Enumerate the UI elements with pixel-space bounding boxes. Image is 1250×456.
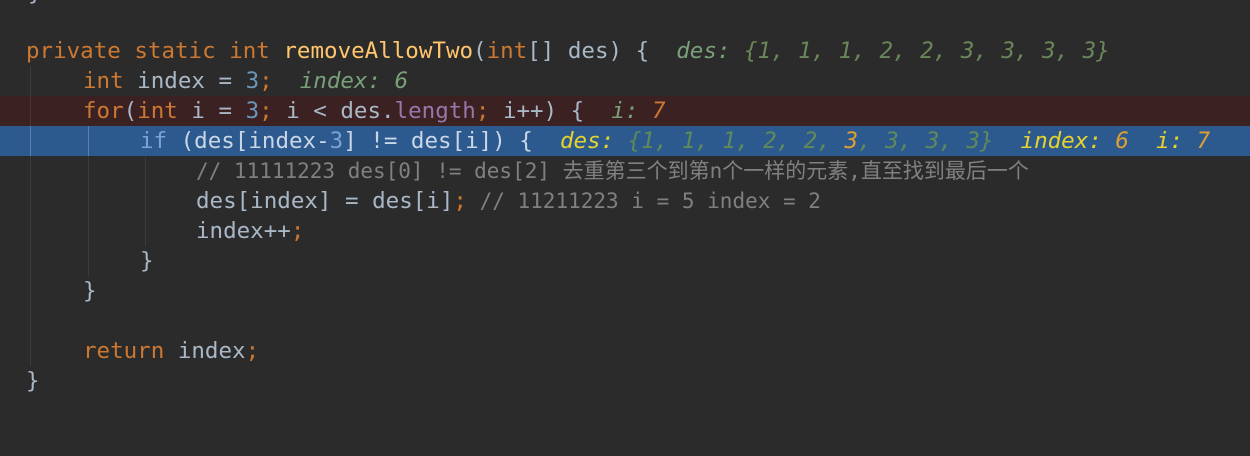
code-line-comment[interactable]: // 11111223 des[0] != des[2] 去重第三个到第n个一样… [0, 156, 1250, 186]
number-literal: 3 [245, 68, 260, 94]
keyword-int: int [83, 68, 124, 94]
number-literal: 3 [245, 98, 260, 124]
code-editor[interactable]: } private static int removeAllowTwo(int[… [0, 0, 1250, 406]
param-rest: [] des) { [527, 38, 650, 64]
method-name: removeAllowTwo [283, 38, 474, 64]
inline-hint-name: index: [1020, 128, 1102, 154]
semicolon: ; [290, 218, 305, 244]
closing-brace: } [83, 278, 97, 304]
indent-guide [30, 186, 31, 216]
indent-guide [88, 186, 89, 216]
code-text: ] != des[i]) { [343, 128, 533, 154]
indent-guide [30, 126, 31, 156]
semicolon: ; [245, 338, 260, 364]
code-text: index = [123, 68, 246, 94]
code-line-blank[interactable] [0, 306, 1250, 336]
code-line-cut: } [0, 0, 1250, 8]
indent-guide [30, 276, 31, 306]
code-text: (des[index- [167, 128, 330, 154]
code-text: des[index] = des[i] [196, 188, 454, 214]
param-type: int [486, 38, 528, 64]
paren: ( [473, 38, 487, 64]
indent-guide [145, 156, 146, 186]
code-text: i = [177, 98, 246, 124]
inline-hint: index: 6 [299, 68, 409, 94]
inline-hint-changed: 3 [844, 128, 858, 154]
inline-hint-name: des: [676, 38, 731, 64]
indent-guide [88, 156, 89, 186]
keyword-return: return [83, 338, 165, 364]
semicolon: ; [259, 98, 273, 124]
inline-hint-value: 6 [1115, 128, 1129, 154]
keyword-int: int [229, 38, 270, 64]
indent-guide [88, 216, 89, 246]
inline-hint-name: i: [1156, 128, 1184, 154]
inline-hint-name: des: [559, 128, 615, 154]
inline-hint-value: 7 [651, 98, 666, 124]
code-text: index++ [196, 218, 291, 244]
code-line-signature[interactable]: private static int removeAllowTwo(int[] … [0, 36, 1250, 66]
code-line-return[interactable]: return index; [0, 336, 1250, 366]
code-comment: // 11111223 des[0] != des[2] 去重第三个到第n个一样… [196, 159, 1029, 183]
keyword-int: int [137, 98, 178, 124]
code-text: i++) { [489, 98, 585, 124]
closing-brace: } [26, 368, 40, 394]
keyword-static: static [134, 38, 216, 64]
indent-guide [88, 246, 89, 276]
field-length: length [394, 98, 476, 124]
indent-guide [145, 186, 146, 216]
semicolon: ; [259, 68, 273, 94]
code-line-increment[interactable]: index++; [0, 216, 1250, 246]
code-line-index[interactable]: int index = 3; index: 6 [0, 66, 1250, 96]
code-line-if-current[interactable]: if (des[index-3] != des[i]) { des: {1, 1… [0, 126, 1250, 156]
inline-hint-value: {1, 1, 1, 2, 2, [627, 128, 845, 154]
indent-guide [30, 156, 31, 186]
keyword-private: private [26, 38, 121, 64]
indent-guide [30, 246, 31, 276]
indent-guide [145, 216, 146, 246]
code-text: index [164, 338, 246, 364]
code-line-close-method[interactable]: } [0, 366, 1250, 396]
inline-hint-value: , 3, 3, 3} [857, 128, 994, 154]
indent-guide [30, 216, 31, 246]
semicolon: ; [453, 188, 467, 214]
inline-hint-name: i: [611, 98, 639, 124]
semicolon: ; [475, 98, 490, 124]
indent-guide [30, 96, 31, 126]
indent-guide [30, 306, 31, 336]
number-literal: 3 [329, 128, 344, 154]
code-line-for[interactable]: for(int i = 3; i < des.length; i++) { i:… [0, 96, 1250, 126]
code-comment: // 11211223 i = 5 index = 2 [466, 189, 821, 213]
top-brace: } [28, 0, 42, 8]
inline-hint-value: 7 [1196, 128, 1211, 154]
code-line-close-for[interactable]: } [0, 276, 1250, 306]
inline-hint-value: {1, 1, 1, 2, 2, 3, 3, 3, 3} [743, 38, 1110, 64]
indent-guide [30, 336, 31, 366]
indent-guide [30, 66, 31, 96]
keyword-for: for [83, 98, 124, 124]
keyword-if: if [140, 128, 168, 154]
closing-brace: } [140, 248, 154, 274]
code-line-close-if[interactable]: } [0, 246, 1250, 276]
code-text: i < des. [272, 98, 395, 124]
paren: ( [123, 98, 138, 124]
code-line-assign[interactable]: des[index] = des[i]; // 11211223 i = 5 i… [0, 186, 1250, 216]
indent-guide [88, 126, 89, 156]
